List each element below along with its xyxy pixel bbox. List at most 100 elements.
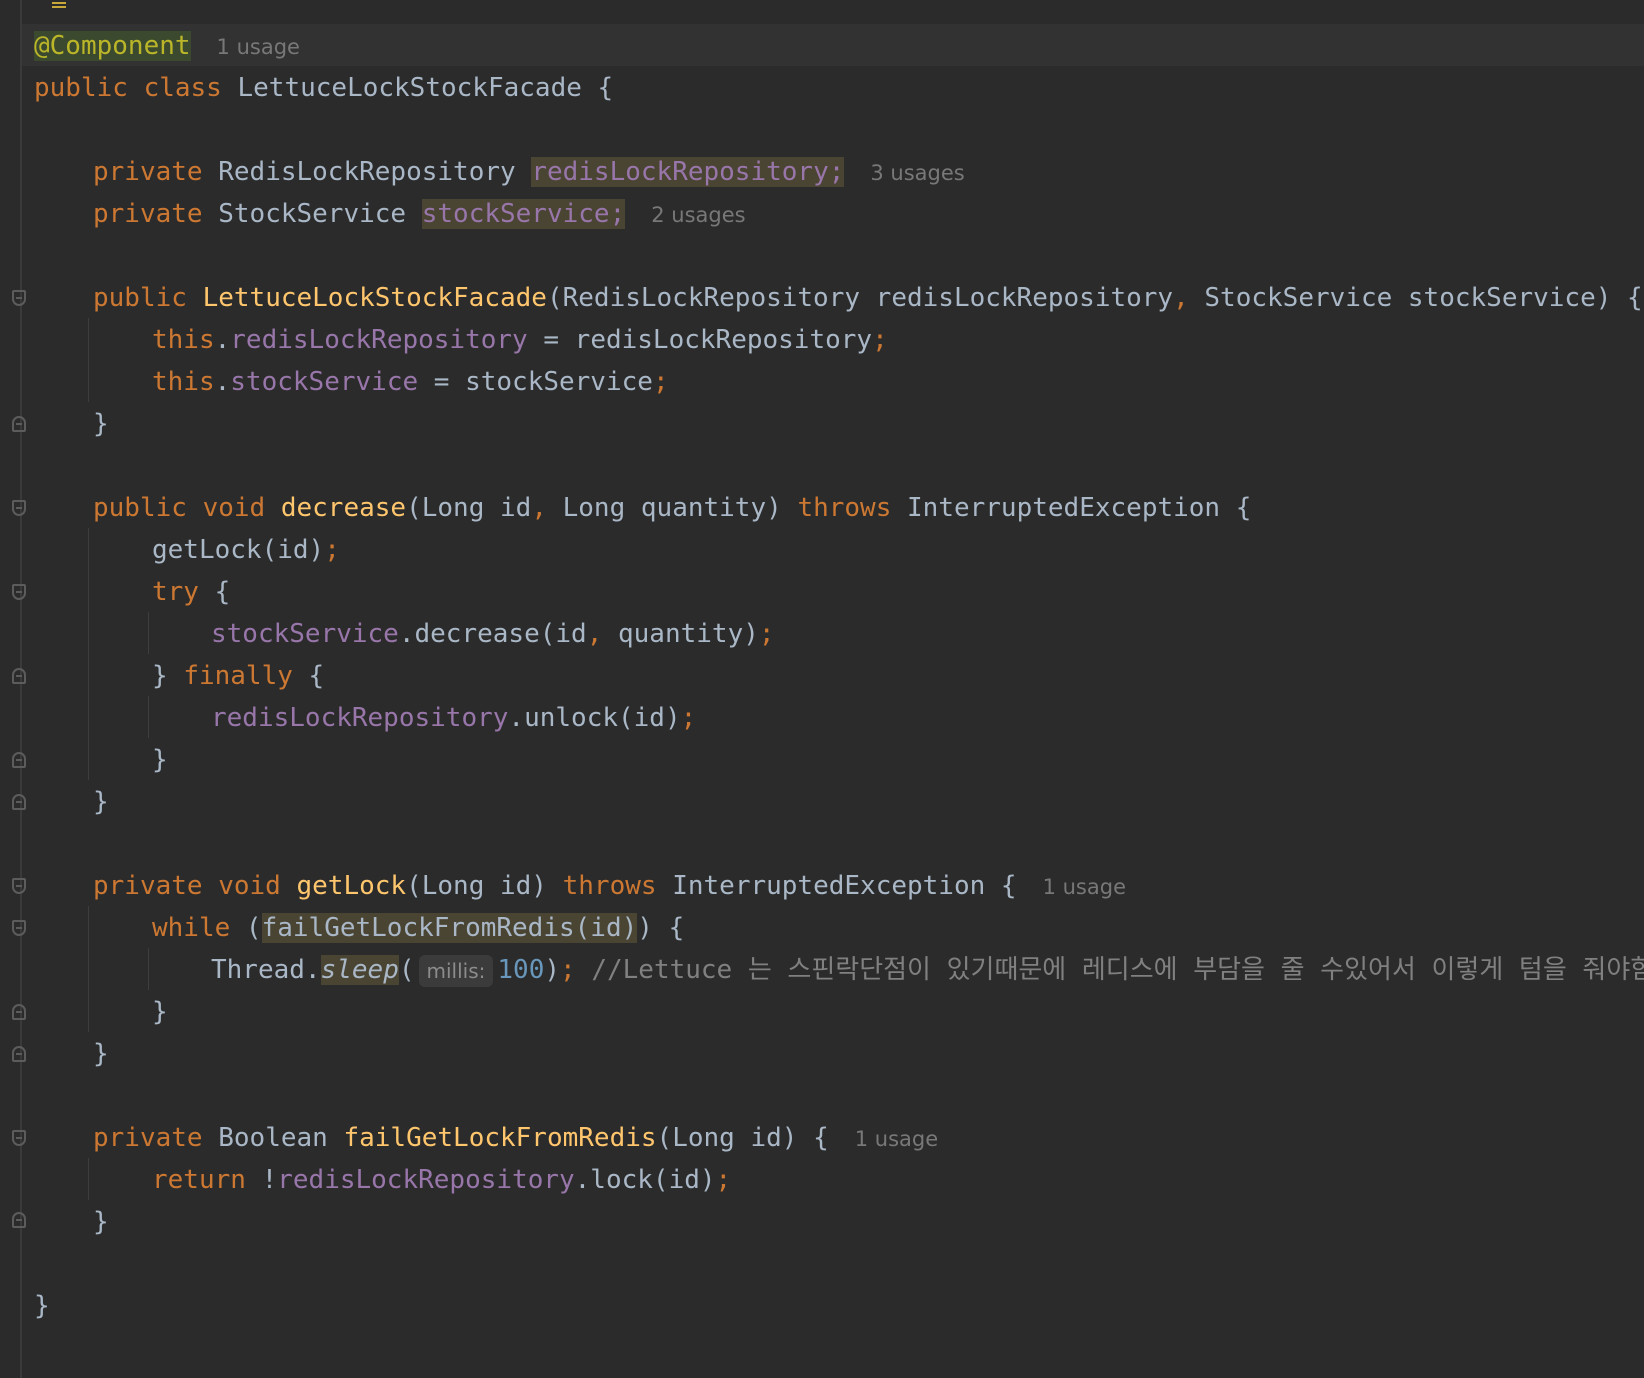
code-token: 100 xyxy=(497,955,545,985)
code-token: } xyxy=(152,997,168,1027)
indent-guide xyxy=(88,318,89,402)
code-line[interactable]: stockService.decrease(id, quantity); xyxy=(211,612,775,656)
fold-expand-icon[interactable] xyxy=(12,1046,26,1062)
code-token: InterruptedException { xyxy=(672,871,1017,901)
code-token: = stockService xyxy=(418,367,653,397)
code-line[interactable]: return !redisLockRepository.lock(id); xyxy=(152,1158,731,1202)
fold-collapse-icon[interactable] xyxy=(12,584,26,600)
code-line[interactable]: try { xyxy=(152,570,230,614)
code-token: getLock xyxy=(296,871,407,901)
usage-hint[interactable]: 2 usages xyxy=(651,203,745,227)
usage-hint[interactable]: 1 usage xyxy=(855,1127,938,1151)
code-line[interactable]: } xyxy=(93,1032,109,1076)
fold-expand-icon[interactable] xyxy=(12,1212,26,1228)
code-token: ) xyxy=(544,955,561,985)
code-token: .unlock(id) xyxy=(508,703,681,733)
code-token: (Long id) { xyxy=(656,1123,829,1153)
code-token: LettuceLockStockFacade { xyxy=(237,73,614,103)
indent-guide xyxy=(148,612,149,654)
code-line[interactable]: } xyxy=(34,1284,50,1328)
fold-collapse-icon[interactable] xyxy=(12,920,26,936)
code-line[interactable]: getLock(id); xyxy=(152,528,340,572)
code-token: try xyxy=(152,577,215,607)
code-token: { xyxy=(308,661,325,691)
code-token: while xyxy=(152,913,246,943)
indent-guide xyxy=(88,528,89,780)
code-token: LettuceLockStockFacade xyxy=(202,283,547,313)
code-line[interactable]: private RedisLockRepository redisLockRep… xyxy=(93,150,965,194)
indent-guide xyxy=(148,948,149,990)
code-token: getLock(id) xyxy=(152,535,325,565)
fold-expand-icon[interactable] xyxy=(12,794,26,810)
fold-collapse-icon[interactable] xyxy=(12,1130,26,1146)
code-token: public void xyxy=(93,493,281,523)
code-line[interactable]: } xyxy=(152,990,168,1034)
fold-expand-icon[interactable] xyxy=(12,752,26,768)
usage-hint[interactable]: 3 usages xyxy=(870,161,964,185)
code-line[interactable]: } finally { xyxy=(152,654,324,698)
code-editor[interactable]: @Component 1 usage public class LettuceLoc… xyxy=(0,0,1644,1378)
code-line[interactable]: public class LettuceLockStockFacade { xyxy=(34,66,613,110)
parameter-hint: millis: xyxy=(418,954,494,987)
code-token: failGetLockFromRedis xyxy=(343,1123,657,1153)
fold-collapse-icon[interactable] xyxy=(12,500,26,516)
code-token: , xyxy=(1173,283,1205,313)
code-token: ; xyxy=(872,325,888,355)
code-token: this xyxy=(152,325,215,355)
code-token: throws xyxy=(797,493,908,523)
code-line[interactable]: } xyxy=(93,1200,109,1244)
code-token: redisLockRepository xyxy=(277,1165,575,1195)
code-line[interactable]: private Boolean failGetLockFromRedis(Lon… xyxy=(93,1116,938,1160)
code-token: ; xyxy=(758,619,775,649)
code-line[interactable]: public LettuceLockStockFacade(RedisLockR… xyxy=(93,276,1643,320)
indent-guide xyxy=(148,696,149,738)
code-token: ; xyxy=(680,703,697,733)
code-token: redisLockRepository xyxy=(230,325,528,355)
code-token: ) { xyxy=(637,913,685,943)
code-line[interactable]: public void decrease(Long id, Long quant… xyxy=(93,486,1251,530)
code-line[interactable]: redisLockRepository.unlock(id); xyxy=(211,696,696,740)
fold-expand-icon[interactable] xyxy=(12,668,26,684)
code-token: failGetLockFromRedis(id) xyxy=(261,913,638,943)
code-token: } xyxy=(152,745,168,775)
code-token: Boolean xyxy=(218,1123,344,1153)
code-line[interactable]: } xyxy=(152,738,168,782)
gutter xyxy=(20,0,22,1378)
indent-guide xyxy=(88,1158,89,1200)
usage-hint[interactable]: 1 usage xyxy=(217,35,300,59)
code-token: StockService stockService) { xyxy=(1204,283,1643,313)
fold-expand-icon[interactable] xyxy=(12,1004,26,1020)
fold-collapse-icon[interactable] xyxy=(12,878,26,894)
code-token: (Long id) xyxy=(406,871,563,901)
fold-collapse-icon[interactable] xyxy=(12,290,26,306)
code-token: ; xyxy=(715,1165,732,1195)
code-line[interactable]: private StockService stockService; 2 usag… xyxy=(93,192,746,236)
indent-guide xyxy=(88,906,89,1032)
code-token: } xyxy=(93,409,109,439)
code-token: @Component xyxy=(34,31,191,61)
code-line[interactable]: Thread.sleep(millis: 100); //Lettuce 는 스핀… xyxy=(211,948,1644,992)
structure-icon[interactable] xyxy=(52,0,66,8)
code-line[interactable]: } xyxy=(93,780,109,824)
code-token: } xyxy=(93,1039,109,1069)
code-line[interactable]: @Component 1 usage xyxy=(34,24,300,68)
usage-hint[interactable]: 1 usage xyxy=(1043,875,1126,899)
code-line[interactable]: this.stockService = stockService; xyxy=(152,360,669,404)
code-token: InterruptedException { xyxy=(907,493,1252,523)
code-token: ; xyxy=(560,955,592,985)
code-token: } xyxy=(152,661,184,691)
code-token: ; xyxy=(652,367,669,397)
code-token: = redisLockRepository xyxy=(527,325,873,355)
code-line[interactable]: this.redisLockRepository = redisLockRepo… xyxy=(152,318,888,362)
code-token: StockService xyxy=(218,199,422,229)
code-token: .decrease(id xyxy=(398,619,587,649)
fold-expand-icon[interactable] xyxy=(12,416,26,432)
code-line[interactable]: while (failGetLockFromRedis(id)) { xyxy=(152,906,684,950)
code-token: private xyxy=(93,1123,219,1153)
code-line[interactable]: } xyxy=(93,402,109,446)
code-line[interactable]: private void getLock(Long id) throws Int… xyxy=(93,864,1126,908)
code-token: sleep xyxy=(320,955,399,985)
code-token: return xyxy=(152,1165,262,1195)
code-token: ( xyxy=(398,955,415,985)
code-token: redisLockRepository xyxy=(211,703,509,733)
